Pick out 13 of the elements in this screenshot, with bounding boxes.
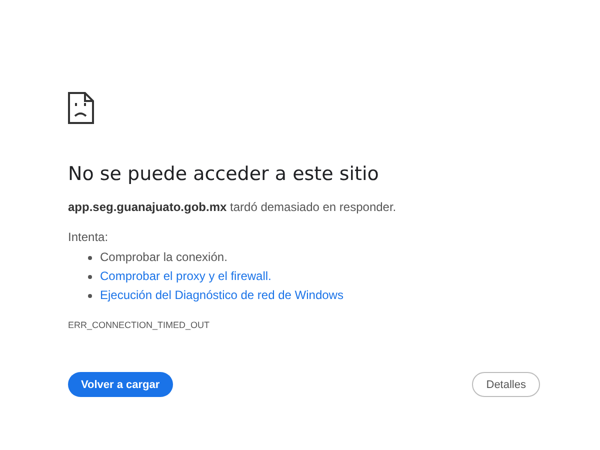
bullet-icon bbox=[88, 294, 92, 298]
suggestion-link[interactable]: Ejecución del Diagnóstico de red de Windows bbox=[100, 286, 344, 305]
bullet-icon bbox=[88, 274, 92, 278]
error-message: app.seg.guanajuato.gob.mx tardó demasiado en responder. bbox=[68, 200, 398, 214]
suggestion-link[interactable]: Comprobar el proxy y el firewall. bbox=[100, 267, 272, 286]
suggestion-text: Comprobar la conexión. bbox=[100, 249, 228, 266]
reload-button[interactable]: Volver a cargar bbox=[68, 372, 173, 397]
bullet-icon bbox=[88, 256, 92, 260]
sad-page-icon bbox=[68, 92, 94, 124]
error-heading: No se puede acceder a este sitio bbox=[68, 162, 380, 186]
error-code: ERR_CONNECTION_TIMED_OUT bbox=[68, 320, 211, 330]
details-button[interactable]: Detalles bbox=[472, 372, 540, 397]
suggestions-label: Intenta: bbox=[68, 230, 110, 244]
